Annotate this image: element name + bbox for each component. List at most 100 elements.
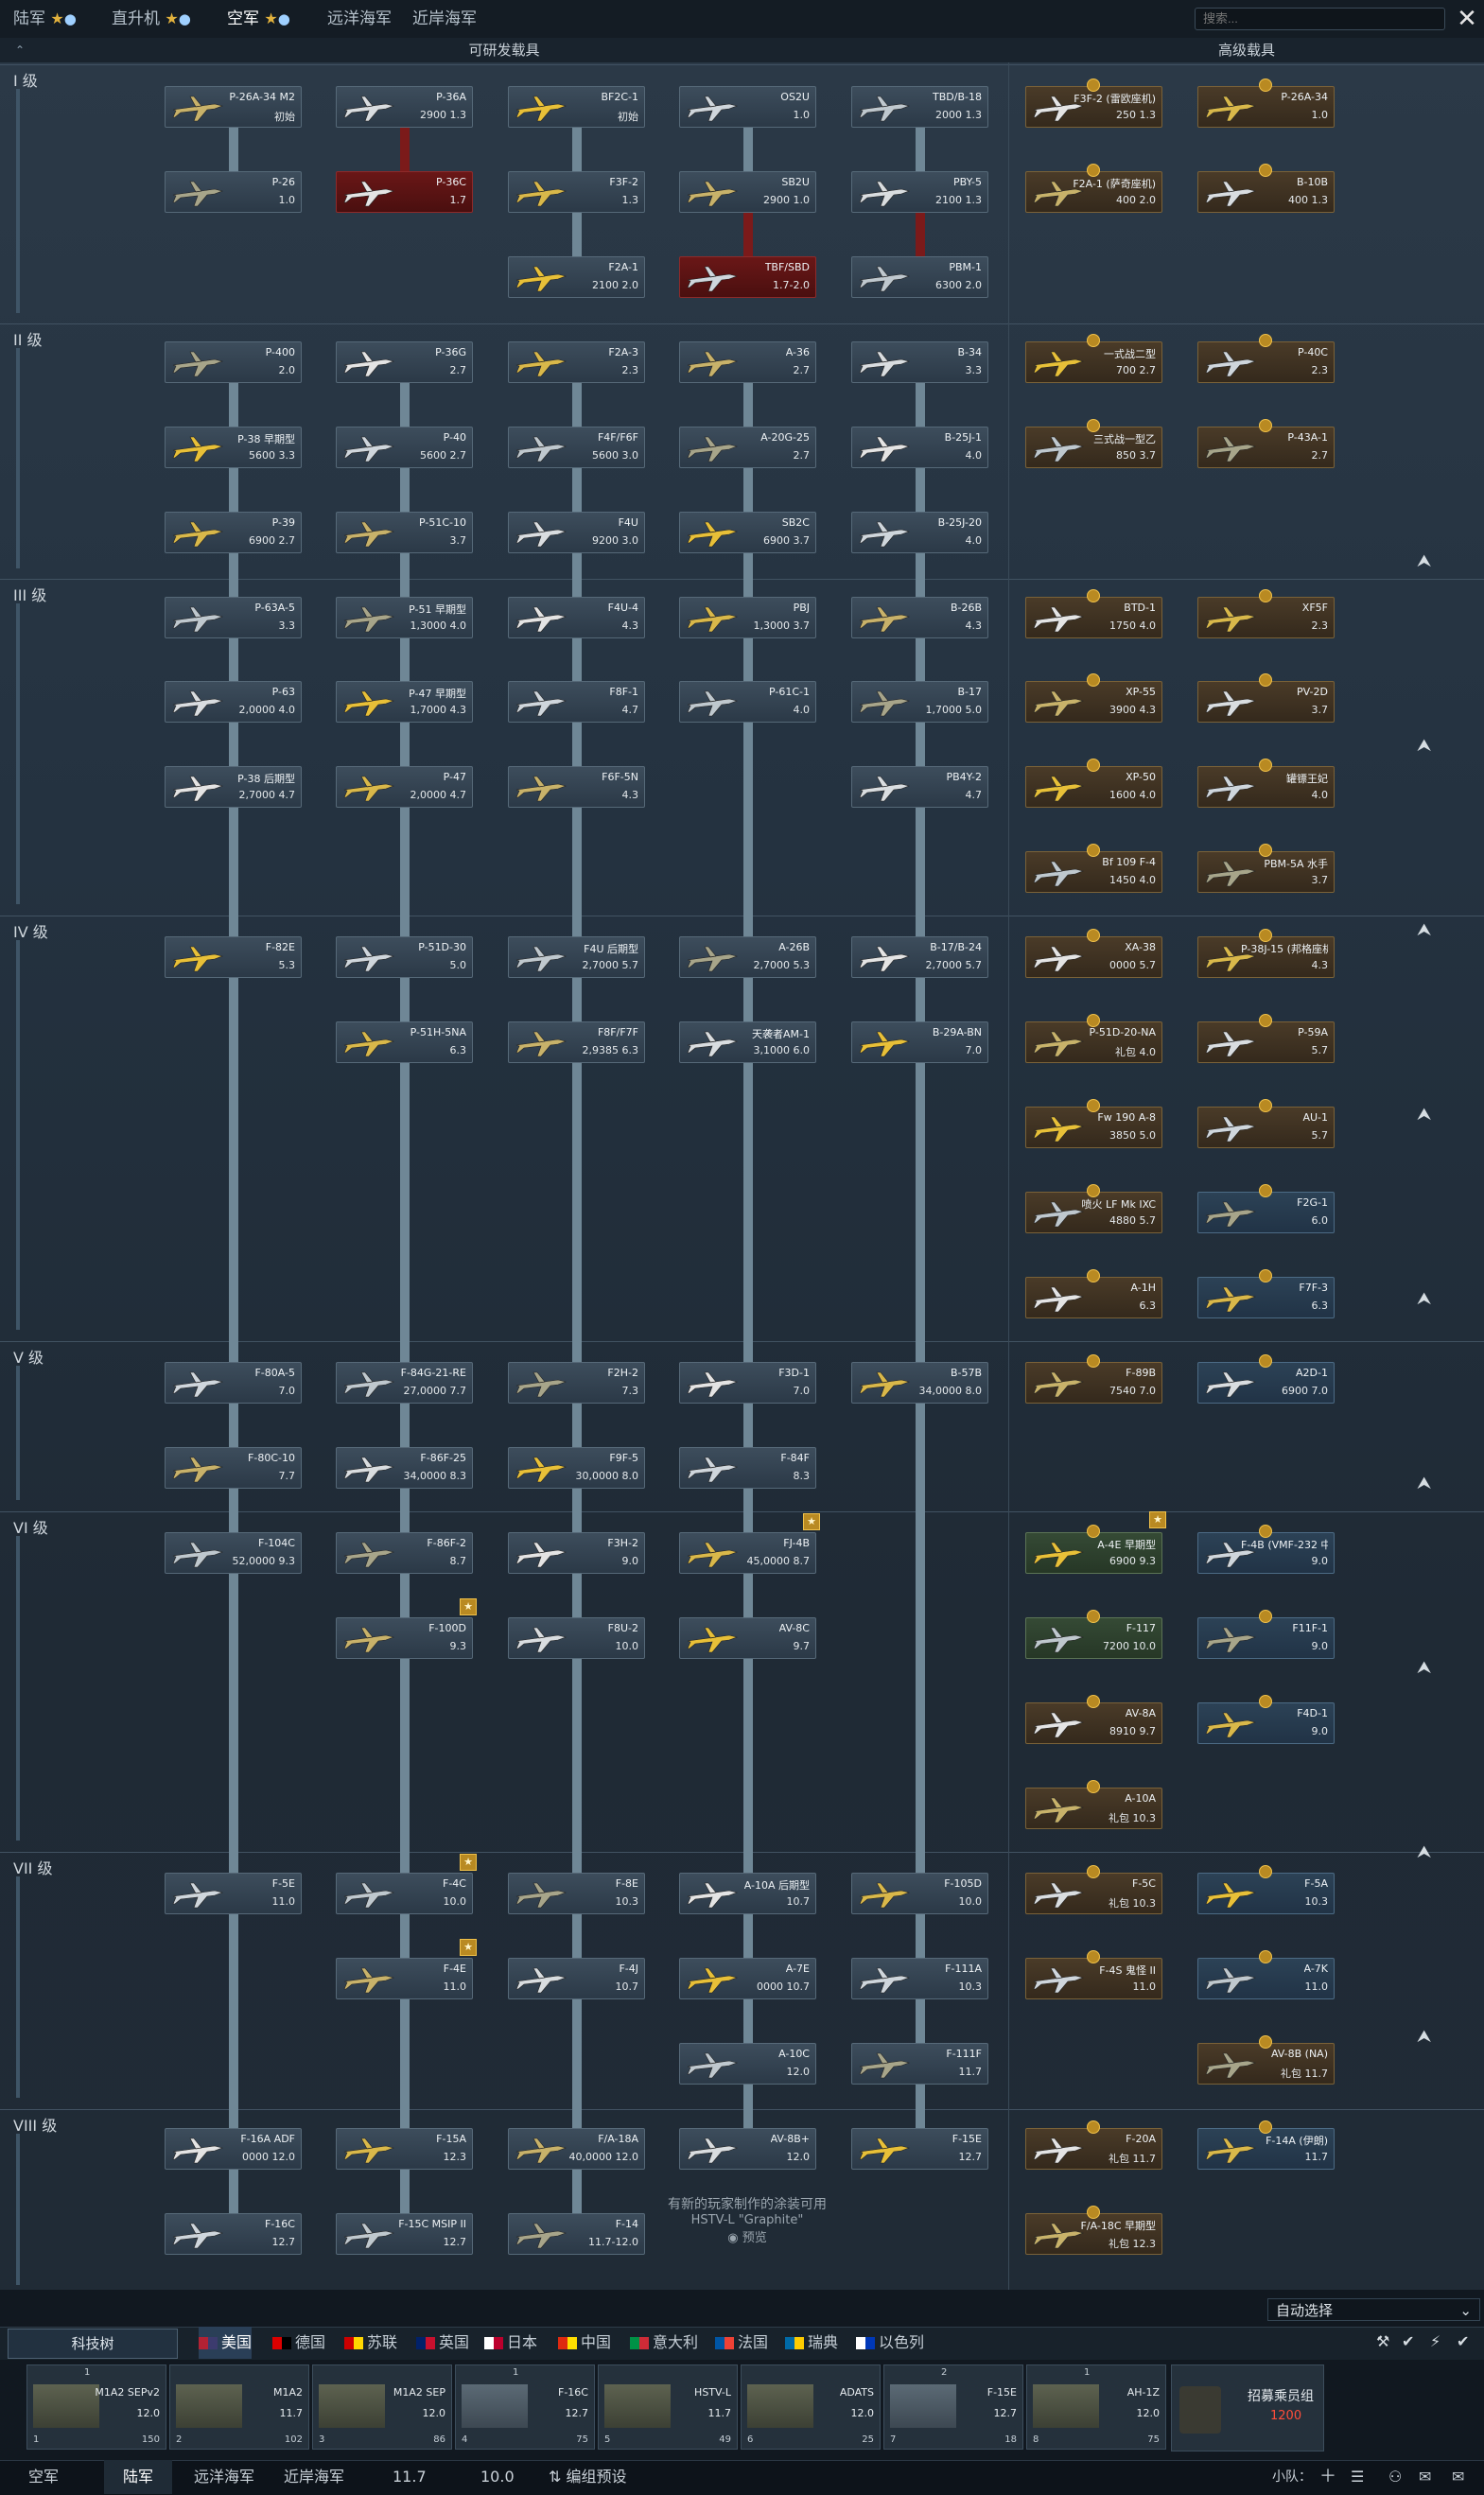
vehicle-card[interactable]: F4D-1 9.0 <box>1197 1702 1335 1744</box>
vehicle-card[interactable]: SB2U 2900 1.0 <box>679 171 816 213</box>
vehicle-card[interactable]: SB2C 6900 3.7 <box>679 512 816 553</box>
rank-label[interactable]: V 级 <box>13 1345 44 1368</box>
tab-ground[interactable]: 陆军 ★● <box>6 0 84 38</box>
vehicle-card[interactable]: TBF/SBD 1.7-2.0 <box>679 256 816 298</box>
vehicle-card[interactable]: F4F/F6F 5600 3.0 <box>508 427 645 468</box>
vehicle-card[interactable]: PBJ 1,3000 3.7 <box>679 597 816 638</box>
vehicle-card[interactable]: XP-55 3900 4.3 <box>1025 681 1162 723</box>
vehicle-card[interactable]: F-80A-5 7.0 <box>165 1362 302 1404</box>
vehicle-card[interactable]: 三式战一型乙 850 3.7 <box>1025 427 1162 468</box>
vehicle-card[interactable]: F3D-1 7.0 <box>679 1362 816 1404</box>
vehicle-card[interactable]: F6F-5N 4.3 <box>508 766 645 808</box>
vehicle-card[interactable]: F-14A (伊朗) 11.7 <box>1197 2128 1335 2170</box>
crew-slot[interactable]: M1A2 11.7 2 102 <box>169 2364 309 2450</box>
nation-tab-1[interactable]: 德国 <box>272 2327 325 2359</box>
vehicle-card[interactable]: AU-1 5.7 <box>1197 1107 1335 1148</box>
vehicle-card[interactable]: F-82E 5.3 <box>165 936 302 978</box>
vehicle-card[interactable]: OS2U 1.0 <box>679 86 816 128</box>
vehicle-card[interactable]: TBD/B-18 2000 1.3 <box>851 86 988 128</box>
vehicle-card[interactable]: F-15E 12.7 <box>851 2128 988 2170</box>
vehicle-card[interactable]: P-51D-20-NA 礼包 4.0 <box>1025 1021 1162 1063</box>
vehicle-card[interactable]: B-17 1,7000 5.0 <box>851 681 988 723</box>
vehicle-card[interactable]: B-10B 400 1.3 <box>1197 171 1335 213</box>
rank-label[interactable]: VII 级 <box>13 1856 52 1878</box>
vehicle-card[interactable]: Bf 109 F-4 1450 4.0 <box>1025 851 1162 893</box>
preview-link[interactable]: ◉ 预览 <box>605 2227 889 2245</box>
vehicle-card[interactable]: XP-50 1600 4.0 <box>1025 766 1162 808</box>
vehicle-card[interactable]: P-36G 2.7 <box>336 341 473 383</box>
vehicle-card[interactable]: B-25J-20 4.0 <box>851 512 988 553</box>
vehicle-card[interactable]: F-4E 11.0 <box>336 1958 473 1999</box>
vehicle-card[interactable]: F-105D 10.0 <box>851 1873 988 1914</box>
vehicle-card[interactable]: P-61C-1 4.0 <box>679 681 816 723</box>
vehicle-card[interactable]: A-7K 11.0 <box>1197 1958 1335 1999</box>
vehicle-card[interactable]: B-34 3.3 <box>851 341 988 383</box>
vehicle-card[interactable]: F-111A 10.3 <box>851 1958 988 1999</box>
vehicle-card[interactable]: F-117 7200 10.0 <box>1025 1617 1162 1659</box>
tab-helicopters[interactable]: 直升机 ★● <box>104 0 199 38</box>
vehicle-card[interactable]: Fw 190 A-8 3850 5.0 <box>1025 1107 1162 1148</box>
tab-aviation[interactable]: 空军 ★● <box>219 0 298 40</box>
vehicle-card[interactable]: F2A-3 2.3 <box>508 341 645 383</box>
wrench-icon[interactable]: ⚒ <box>1376 2332 1389 2350</box>
tab-coastal-fleet[interactable]: 近岸海军 <box>405 0 484 38</box>
vehicle-card[interactable]: P-51 早期型 1,3000 4.0 <box>336 597 473 638</box>
vehicle-card[interactable]: F-104C 52,0000 9.3 <box>165 1532 302 1574</box>
vehicle-card[interactable]: AV-8C 9.7 <box>679 1617 816 1659</box>
checkmark-all-icon[interactable]: ✔ <box>1457 2332 1469 2350</box>
nation-tab-7[interactable]: 法国 <box>715 2327 768 2359</box>
vehicle-card[interactable]: F-16A ADF 0000 12.0 <box>165 2128 302 2170</box>
vehicle-card[interactable]: F-80C-10 7.7 <box>165 1447 302 1489</box>
rank-label[interactable]: VI 级 <box>13 1515 48 1538</box>
bottom-tab-aviation[interactable]: 空军 <box>28 2460 59 2494</box>
vehicle-card[interactable]: 罐镖王妃 4.0 <box>1197 766 1335 808</box>
vehicle-card[interactable]: F-15A 12.3 <box>336 2128 473 2170</box>
rank-label[interactable]: IV 级 <box>13 919 48 942</box>
nation-tab-9[interactable]: 以色列 <box>856 2327 924 2359</box>
rank-label[interactable]: I 级 <box>13 68 38 91</box>
vehicle-card[interactable]: F/A-18A 40,0000 12.0 <box>508 2128 645 2170</box>
crew-slot[interactable]: M1A2 SEPv2 12.0 1 150 1 <box>26 2364 166 2450</box>
repair-icon[interactable]: ⚡ <box>1430 2332 1440 2350</box>
vehicle-card[interactable]: A-7E 0000 10.7 <box>679 1958 816 1999</box>
vehicle-card[interactable]: F-100D 9.3 <box>336 1617 473 1659</box>
vehicle-card[interactable]: F/A-18C 早期型 礼包 12.3 <box>1025 2213 1162 2255</box>
vehicle-card[interactable]: XA-38 0000 5.7 <box>1025 936 1162 978</box>
vehicle-card[interactable]: F-20A 礼包 11.7 <box>1025 2128 1162 2170</box>
vehicle-card[interactable]: P-63 2,0000 4.0 <box>165 681 302 723</box>
vehicle-card[interactable]: F2A-1 (萨奇座机) 400 2.0 <box>1025 171 1162 213</box>
vehicle-card[interactable]: B-29A-BN 7.0 <box>851 1021 988 1063</box>
nation-tab-8[interactable]: 瑞典 <box>785 2327 838 2359</box>
bottom-tab-ground[interactable]: 陆军 <box>104 2460 173 2494</box>
vehicle-card[interactable]: A-1H 6.3 <box>1025 1277 1162 1318</box>
vehicle-card[interactable]: F-4J 10.7 <box>508 1958 645 1999</box>
preset-button[interactable]: ⇅ 编组预设 <box>549 2460 627 2494</box>
vehicle-card[interactable]: 一式战二型 700 2.7 <box>1025 341 1162 383</box>
vehicle-card[interactable]: B-17/B-24 2,7000 5.7 <box>851 936 988 978</box>
vehicle-card[interactable]: F2H-2 7.3 <box>508 1362 645 1404</box>
vehicle-card[interactable]: P-39 6900 2.7 <box>165 512 302 553</box>
vehicle-card[interactable]: P-47 2,0000 4.7 <box>336 766 473 808</box>
vehicle-card[interactable]: F-84F 8.3 <box>679 1447 816 1489</box>
crew-slot[interactable]: ADATS 12.0 6 25 <box>741 2364 881 2450</box>
vehicle-card[interactable]: B-25J-1 4.0 <box>851 427 988 468</box>
bottom-tab-coastal[interactable]: 近岸海军 <box>284 2460 344 2494</box>
vehicle-card[interactable]: F-86F-25 34,0000 8.3 <box>336 1447 473 1489</box>
vehicle-card[interactable]: F2G-1 6.0 <box>1197 1192 1335 1233</box>
add-squad-icon[interactable]: ＋ <box>1319 2460 1336 2494</box>
vehicle-card[interactable]: F-4B (VMF-232 中队) 9.0 <box>1197 1532 1335 1574</box>
nation-tab-4[interactable]: 日本 <box>484 2327 537 2359</box>
vehicle-card[interactable]: F11F-1 9.0 <box>1197 1617 1335 1659</box>
vehicle-card[interactable]: P-38J-15 (邦格座机) 4.3 <box>1197 936 1335 978</box>
vehicle-card[interactable]: F-8E 10.3 <box>508 1873 645 1914</box>
crew-slot[interactable]: F-16C 12.7 4 75 1 <box>455 2364 595 2450</box>
vehicle-card[interactable]: P-38 后期型 2,7000 4.7 <box>165 766 302 808</box>
vehicle-card[interactable]: F-16C 12.7 <box>165 2213 302 2255</box>
checkmark-icon[interactable]: ✔ <box>1402 2332 1414 2350</box>
vehicle-card[interactable]: P-400 2.0 <box>165 341 302 383</box>
vehicle-card[interactable]: P-47 早期型 1,7000 4.3 <box>336 681 473 723</box>
vehicle-card[interactable]: A-10A 后期型 10.7 <box>679 1873 816 1914</box>
vehicle-card[interactable]: F8F/F7F 2,9385 6.3 <box>508 1021 645 1063</box>
vehicle-card[interactable]: F-15C MSIP II 12.7 <box>336 2213 473 2255</box>
vehicle-card[interactable]: FJ-4B 45,0000 8.7 <box>679 1532 816 1574</box>
